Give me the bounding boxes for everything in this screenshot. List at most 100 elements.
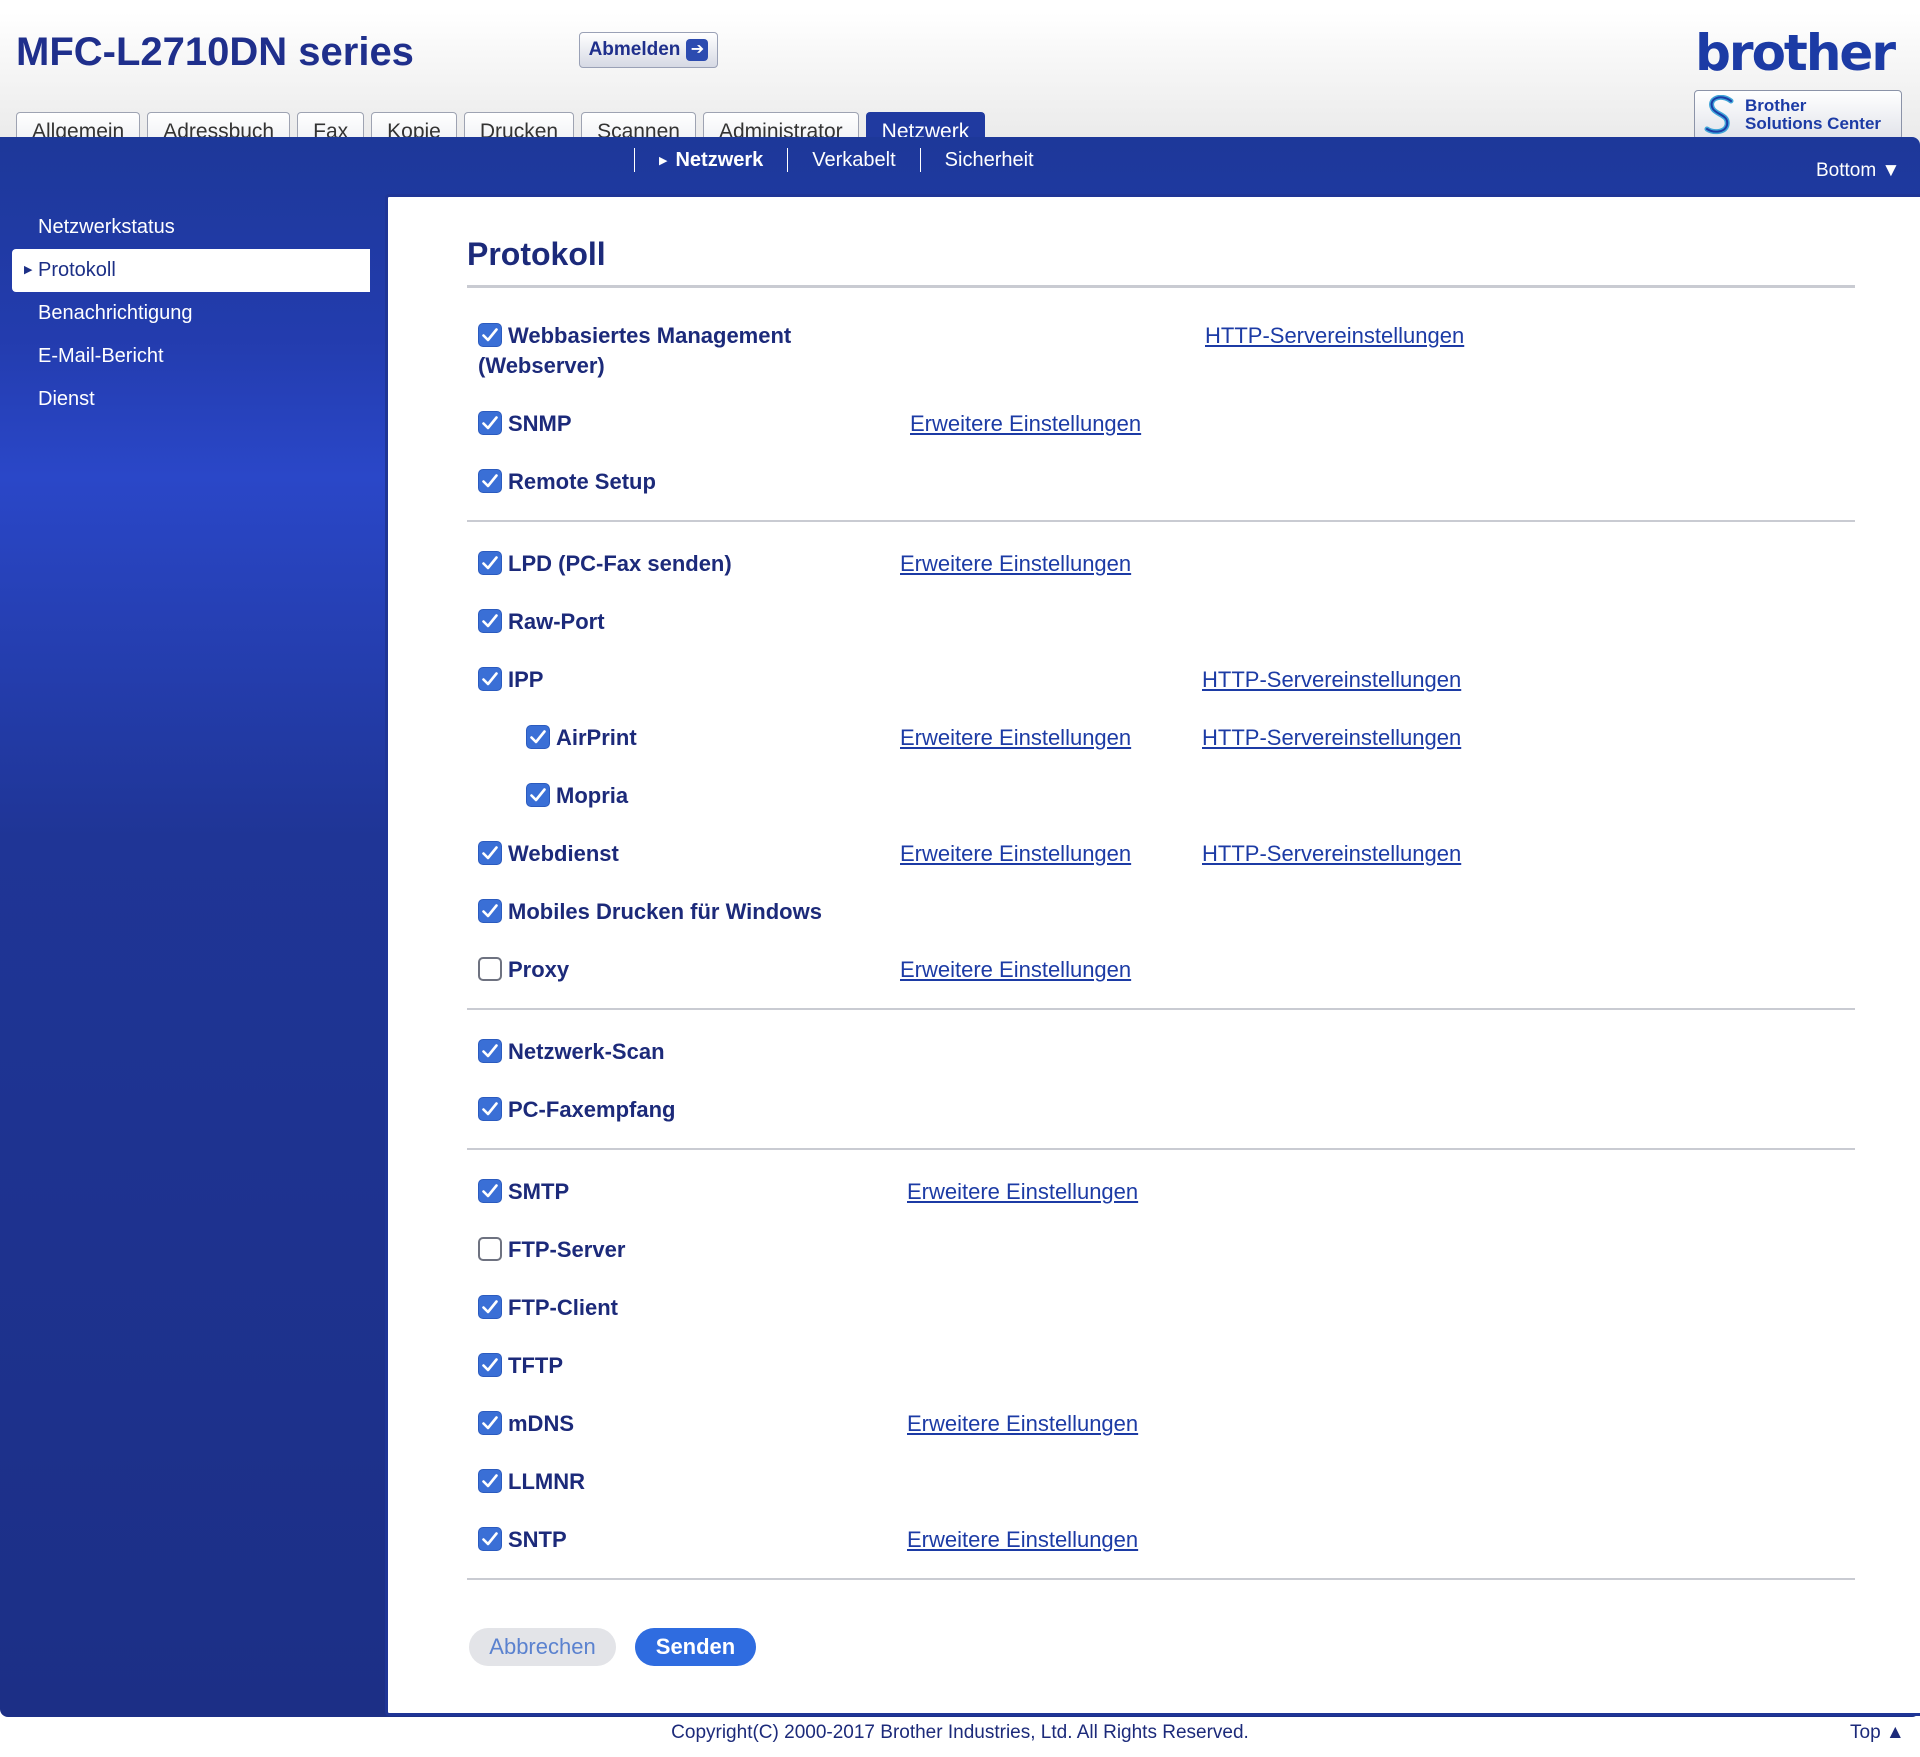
protocol-label: Webbasiertes Management (Webserver)	[478, 323, 792, 378]
bottom-link[interactable]: Bottom ▼	[1816, 160, 1900, 182]
active-triangle-icon: ▶	[659, 154, 668, 167]
advanced-settings-link[interactable]: Erweitere Einstellungen	[900, 549, 1131, 579]
logout-label: Abmelden	[588, 39, 681, 60]
checkbox-mopria[interactable]	[526, 783, 550, 807]
advanced-settings-link[interactable]: Erweitere Einstellungen	[907, 1177, 1138, 1207]
protocol-label: SMTP	[508, 1179, 570, 1204]
protocol-form: Protokoll Webbasiertes Management (Webse…	[467, 231, 1855, 1676]
content-panel: Protokoll Webbasiertes Management (Webse…	[385, 194, 1920, 1716]
checkbox-raw-port[interactable]	[478, 609, 502, 633]
logout-button[interactable]: Abmelden ➔	[579, 32, 718, 68]
advanced-settings-link[interactable]: Erweitere Einstellungen	[900, 839, 1131, 869]
http-server-settings-link[interactable]: HTTP-Servereinstellungen	[1202, 839, 1461, 869]
protocol-label: Remote Setup	[508, 469, 656, 494]
protocol-row-remote-setup: Remote Setup	[467, 456, 1855, 514]
checkbox-proxy[interactable]	[478, 957, 502, 981]
cancel-button[interactable]: Abbrechen	[469, 1628, 616, 1666]
checkbox-tftp[interactable]	[478, 1353, 502, 1377]
checkbox-mobiles-drucken-f-r-windows[interactable]	[478, 899, 502, 923]
protocol-row-raw-port: Raw-Port	[467, 596, 1855, 654]
protocol-row-pc-faxempfang: PC-Faxempfang	[467, 1084, 1855, 1142]
protocol-row-snmp: SNMP Erweitere Einstellungen	[467, 398, 1855, 456]
protocol-row-ipp: IPP HTTP-Servereinstellungen	[467, 654, 1855, 712]
protocol-row-llmnr: LLMNR	[467, 1456, 1855, 1514]
section-divider	[467, 1008, 1855, 1010]
subnav-separator	[787, 148, 789, 172]
protocol-label: SNMP	[508, 411, 572, 436]
subnav-item-verkabelt[interactable]: Verkabelt	[812, 149, 895, 172]
protocol-row-airprint: AirPrint Erweitere Einstellungen HTTP-Serv…	[467, 712, 1855, 770]
checkbox-llmnr[interactable]	[478, 1469, 502, 1493]
protocol-label: Mopria	[556, 783, 629, 808]
protocol-label: LLMNR	[508, 1469, 585, 1494]
protocol-row-ftp-client: FTP-Client	[467, 1282, 1855, 1340]
protocol-row-sntp: SNTP Erweitere Einstellungen	[467, 1514, 1855, 1572]
section-divider	[467, 1578, 1855, 1580]
protocol-row-lpd-pc-fax-senden: LPD (PC-Fax senden) Erweitere Einstellung…	[467, 538, 1855, 596]
sidebar-item-dienst[interactable]: Dienst	[12, 378, 370, 421]
sidebar-item-label: Dienst	[38, 388, 95, 410]
subnav-label: Sicherheit	[944, 148, 1034, 171]
subnav-label: Verkabelt	[812, 148, 896, 171]
checkbox-webdienst[interactable]	[478, 841, 502, 865]
form-buttons: Abbrechen Senden	[467, 1596, 1855, 1676]
checkbox-lpd-pc-fax-senden[interactable]	[478, 551, 502, 575]
sidebar-item-label: Netzwerkstatus	[38, 216, 175, 238]
subnav-label: Netzwerk	[675, 148, 764, 171]
solutions-center-s-icon	[1704, 95, 1734, 135]
send-button[interactable]: Senden	[635, 1628, 756, 1666]
protocol-label: PC-Faxempfang	[508, 1097, 676, 1122]
checkbox-snmp[interactable]	[478, 411, 502, 435]
advanced-settings-link[interactable]: Erweitere Einstellungen	[907, 1409, 1138, 1439]
checkbox-netzwerk-scan[interactable]	[478, 1039, 502, 1063]
subnav-separator	[919, 148, 921, 172]
protocol-row-webdienst: Webdienst Erweitere Einstellungen HTTP-Ser…	[467, 828, 1855, 886]
subnav-item-sicherheit[interactable]: Sicherheit	[945, 149, 1034, 172]
sidebar-item-benachrichtigung[interactable]: Benachrichtigung	[12, 292, 370, 335]
protocol-row-netzwerk-scan: Netzwerk-Scan	[467, 1026, 1855, 1084]
section-divider	[467, 520, 1855, 522]
advanced-settings-link[interactable]: Erweitere Einstellungen	[907, 1525, 1138, 1555]
protocol-row-mdns: mDNS Erweitere Einstellungen	[467, 1398, 1855, 1456]
sidebar: Netzwerkstatus ▶ Protokoll Benachrichtigung…	[12, 206, 370, 421]
checkbox-sntp[interactable]	[478, 1527, 502, 1551]
checkbox-airprint[interactable]	[526, 725, 550, 749]
http-server-settings-link[interactable]: HTTP-Servereinstellungen	[1202, 723, 1461, 753]
protocol-label: Raw-Port	[508, 609, 605, 634]
top-link[interactable]: Top ▲	[1850, 1722, 1905, 1744]
advanced-settings-link[interactable]: Erweitere Einstellungen	[900, 955, 1131, 985]
checkbox-pc-faxempfang[interactable]	[478, 1097, 502, 1121]
checkbox-ftp-client[interactable]	[478, 1295, 502, 1319]
sidebar-item-label: Protokoll	[38, 259, 116, 281]
sidebar-item-label: E-Mail-Bericht	[38, 345, 164, 367]
checkbox-remote-setup[interactable]	[478, 469, 502, 493]
sidebar-item-e-mail-bericht[interactable]: E-Mail-Bericht	[12, 335, 370, 378]
http-server-settings-link[interactable]: HTTP-Servereinstellungen	[1205, 321, 1464, 351]
protocol-label: TFTP	[508, 1353, 563, 1378]
sidebar-item-protokoll[interactable]: ▶ Protokoll	[12, 249, 370, 292]
solutions-center-button[interactable]: Brother Solutions Center	[1694, 90, 1902, 140]
sub-navigation: ▶ Netzwerk Verkabelt Sicherheit	[610, 145, 1034, 175]
advanced-settings-link[interactable]: Erweitere Einstellungen	[900, 723, 1131, 753]
checkbox-mdns[interactable]	[478, 1411, 502, 1435]
protocol-label: mDNS	[508, 1411, 575, 1436]
checkbox-smtp[interactable]	[478, 1179, 502, 1203]
protocol-row-mopria: Mopria	[467, 770, 1855, 828]
advanced-settings-link[interactable]: Erweitere Einstellungen	[910, 409, 1141, 439]
brother-logo: brother	[1695, 24, 1896, 82]
checkbox-ftp-server[interactable]	[478, 1237, 502, 1261]
subnav-item-netzwerk[interactable]: ▶ Netzwerk	[659, 149, 763, 172]
protocol-label: AirPrint	[556, 725, 637, 750]
protocol-label: Netzwerk-Scan	[508, 1039, 665, 1064]
protocol-label: FTP-Server	[508, 1237, 626, 1262]
header: MFC-L2710DN series Abmelden ➔ brother Br…	[0, 0, 1920, 150]
section-divider	[467, 1148, 1855, 1150]
sidebar-item-netzwerkstatus[interactable]: Netzwerkstatus	[12, 206, 370, 249]
protocol-row-smtp: SMTP Erweitere Einstellungen	[467, 1166, 1855, 1224]
protocol-label: Mobiles Drucken für Windows	[508, 899, 822, 924]
protocol-row-ftp-server: FTP-Server	[467, 1224, 1855, 1282]
http-server-settings-link[interactable]: HTTP-Servereinstellungen	[1202, 665, 1461, 695]
protocol-label: LPD (PC-Fax senden)	[508, 551, 732, 576]
protocol-label: Proxy	[508, 957, 570, 982]
checkbox-ipp[interactable]	[478, 667, 502, 691]
